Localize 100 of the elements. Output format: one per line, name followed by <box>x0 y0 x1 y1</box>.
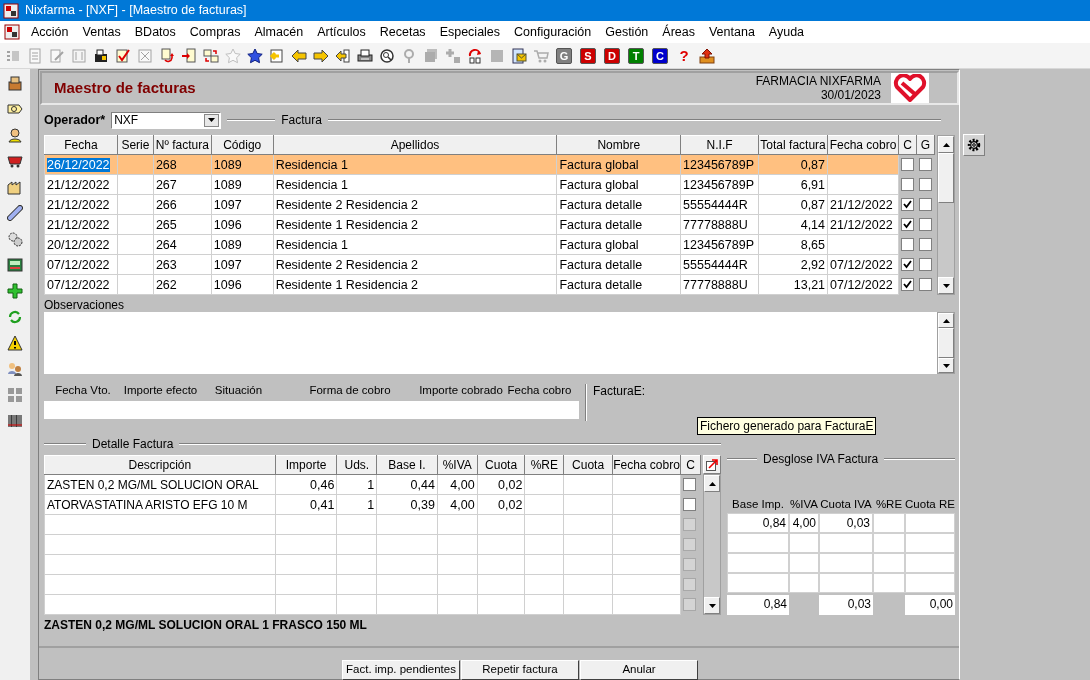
input-field[interactable] <box>499 401 579 419</box>
letter-button[interactable]: D <box>604 47 620 64</box>
letter-button[interactable]: S <box>580 47 596 64</box>
table-cell <box>727 573 789 594</box>
menu-item[interactable]: Especiales <box>432 24 508 40</box>
cash-register-icon[interactable] <box>5 73 25 93</box>
app-icon[interactable] <box>4 24 20 40</box>
menu-item[interactable]: Configuración <box>507 24 599 40</box>
settings-icon[interactable] <box>963 134 985 156</box>
input-field[interactable] <box>43 401 122 419</box>
table-cell: 26/12/2022 <box>47 157 110 172</box>
checkbox[interactable] <box>918 238 932 251</box>
table-cell: 265 <box>153 214 212 235</box>
checkbox[interactable] <box>901 178 914 191</box>
table-cell: 2,92 <box>758 254 828 275</box>
checkbox[interactable] <box>918 198 932 211</box>
table-cell <box>789 553 819 574</box>
plus-icon[interactable] <box>5 281 25 301</box>
menu-item[interactable]: Ayuda <box>761 24 812 40</box>
menu-item[interactable]: Ventana <box>701 24 762 40</box>
menu-item[interactable]: Ventas <box>75 24 128 40</box>
warning-icon[interactable] <box>5 333 25 353</box>
action-button[interactable]: Repetir factura <box>461 660 579 680</box>
table-row[interactable]: 21/12/2022 266 1097 Residente 2 Residencia 2 Factura detalle 55554444R 0,87 21/12/2022 <box>44 194 935 215</box>
action-button[interactable]: Anular <box>580 660 698 680</box>
table-row[interactable]: 07/12/2022 262 1096 Residente 1 Residencia 2 Factura detalle 77778888U 13,21 07/12/2022 <box>44 274 935 295</box>
checkbox[interactable] <box>901 278 914 291</box>
column-header: Base Imp. <box>731 497 785 512</box>
scrollbar-thumb[interactable] <box>938 328 954 358</box>
scroll-up-button[interactable] <box>938 313 954 328</box>
terminal-icon[interactable] <box>5 255 25 275</box>
menu-item[interactable]: Áreas <box>655 24 702 40</box>
table-cell <box>524 574 564 595</box>
observations-field[interactable] <box>44 312 937 374</box>
checkbox[interactable] <box>901 218 914 231</box>
checkbox[interactable] <box>901 198 914 211</box>
scrollbar-thumb[interactable] <box>938 153 954 203</box>
field-label: Forma de cobro <box>309 384 391 398</box>
checkbox[interactable] <box>918 178 932 191</box>
table-cell: 55554444R <box>680 194 759 215</box>
menu-item[interactable]: Almacén <box>247 24 311 40</box>
table-cell: 21/12/2022 <box>827 194 899 215</box>
window-title: Nixfarma - [NXF] - [Maestro de facturas] <box>25 3 247 18</box>
table-cell: 0,41 <box>275 494 337 515</box>
letter-button[interactable]: G <box>556 47 572 64</box>
menu-item[interactable]: Acción <box>24 24 76 40</box>
logo-icon <box>891 73 929 103</box>
pill-icon[interactable] <box>5 203 25 223</box>
scroll-down-button[interactable] <box>938 358 954 373</box>
table-cell <box>477 514 525 535</box>
menu-item[interactable]: Artículos <box>310 24 373 40</box>
scrollbar[interactable] <box>937 135 955 295</box>
field-label: Situación <box>214 384 263 398</box>
table-row[interactable]: 07/12/2022 263 1097 Residente 2 Residencia 2 Factura detalle 55554444R 2,92 07/12/2022 <box>44 254 935 275</box>
menu-item[interactable]: Recetas <box>372 24 433 40</box>
column-header: Nombre <box>556 135 681 155</box>
export-button[interactable] <box>703 455 721 475</box>
checkbox[interactable] <box>918 278 932 291</box>
table-row[interactable]: 21/12/2022 265 1096 Residente 1 Residencia 2 Factura detalle 77778888U 4,14 21/12/2022 <box>44 214 935 235</box>
table-cell <box>376 514 438 535</box>
action-button[interactable]: Fact. imp. pendientes <box>342 660 460 680</box>
letter-button[interactable]: T <box>628 47 644 64</box>
scroll-down-button[interactable] <box>938 277 954 294</box>
scroll-up-button[interactable] <box>704 475 720 493</box>
column-header: Serie <box>117 135 154 155</box>
checkbox[interactable] <box>683 478 696 492</box>
checkbox[interactable] <box>918 218 932 231</box>
table-cell <box>376 534 438 555</box>
scroll-up-button[interactable] <box>938 136 954 153</box>
checkbox[interactable] <box>918 158 932 171</box>
checkbox[interactable] <box>683 498 696 512</box>
table-row[interactable]: 26/12/2022 268 1089 Residencia 1 Factura global 123456789P 0,87 <box>44 154 935 175</box>
document-arrow-icon[interactable] <box>179 45 199 66</box>
mail-icon[interactable] <box>509 45 529 66</box>
table-row[interactable]: 21/12/2022 267 1089 Residencia 1 Factura global 123456789P 6,91 <box>44 174 935 195</box>
scrollbar[interactable] <box>937 312 955 374</box>
checkbox[interactable] <box>918 258 932 271</box>
gears-icon[interactable] <box>5 229 25 249</box>
menu-item[interactable]: Compras <box>182 24 248 40</box>
table-row[interactable]: 20/12/2022 264 1089 Residencia 1 Factura global 123456789P 8,65 <box>44 234 935 255</box>
field-label: Observaciones <box>44 299 126 312</box>
scrollbar[interactable] <box>703 474 721 616</box>
menu-item[interactable]: Gestión <box>598 24 656 40</box>
checkbox[interactable] <box>901 258 914 271</box>
menu-item[interactable]: BDatos <box>127 24 183 40</box>
grid-icon[interactable] <box>5 385 25 405</box>
table-cell <box>819 533 873 554</box>
table-cell: 1 <box>336 474 377 495</box>
checkbox[interactable] <box>901 158 914 171</box>
help-button[interactable]: ? <box>676 46 692 65</box>
table-cell: 77778888U <box>680 214 759 235</box>
table-cell: 21/12/2022 <box>44 194 118 215</box>
person-icon[interactable] <box>5 125 25 145</box>
checkbox[interactable] <box>901 238 914 251</box>
scroll-down-button[interactable] <box>704 597 720 615</box>
table-cell <box>117 154 154 175</box>
operator-select[interactable]: NXF <box>111 111 222 129</box>
table-cell <box>117 274 154 295</box>
table-cell: 123456789P <box>680 154 759 175</box>
letter-button[interactable]: C <box>652 47 668 64</box>
